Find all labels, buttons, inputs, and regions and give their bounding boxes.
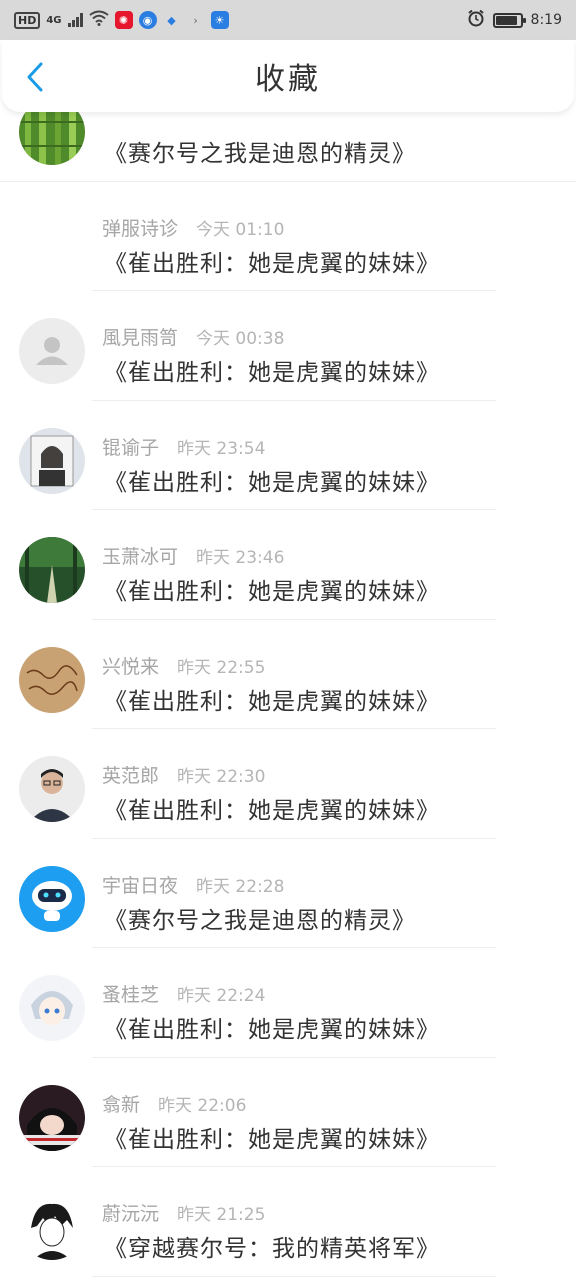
timestamp: 昨天 22:28 bbox=[196, 876, 285, 897]
avatar[interactable] bbox=[19, 975, 85, 1041]
wifi-icon bbox=[88, 10, 109, 30]
timestamp: 昨天 21:25 bbox=[177, 1205, 266, 1225]
item-meta: 英范郎 昨天 22:30 bbox=[102, 761, 265, 788]
user-name: 兴悦来 bbox=[102, 655, 160, 678]
avatar[interactable] bbox=[19, 756, 85, 822]
list-item[interactable]: 玉萧冰可 昨天 23:46 《雈出胜利：她是虎翼的妹妹》 bbox=[0, 510, 576, 620]
list-item[interactable]: 英范郎 昨天 22:30 《雈出胜利：她是虎翼的妹妹》 bbox=[0, 729, 576, 839]
app-icon: ◆ bbox=[167, 13, 176, 27]
avatar[interactable] bbox=[19, 646, 85, 713]
browser-icon: ◉ bbox=[138, 11, 157, 29]
more-icon: › bbox=[193, 13, 198, 27]
item-meta: 翕新 昨天 22:06 bbox=[102, 1090, 246, 1117]
user-name: 蚤桂芝 bbox=[102, 984, 160, 1006]
timestamp: 今天 00:38 bbox=[196, 329, 285, 349]
signal-icon bbox=[67, 13, 83, 27]
status-bar: HD 4G ✺ ◉ ◆ › ☀ 8:19 bbox=[0, 0, 576, 40]
status-right: 8:19 bbox=[467, 9, 562, 31]
item-meta: 锟谕子 昨天 23:54 bbox=[102, 433, 265, 460]
clock: 8:19 bbox=[530, 12, 562, 28]
alarm-icon bbox=[467, 9, 485, 31]
list-item[interactable]: 宇宙日夜 昨天 22:28 《赛尔号之我是迪恩的精灵》 bbox=[0, 839, 576, 948]
avatar[interactable] bbox=[19, 112, 85, 165]
list-item[interactable]: 兴悦来 昨天 22:55 《雈出胜利：她是虎翼的妹妹》 bbox=[0, 620, 576, 729]
user-name: 英范郎 bbox=[102, 765, 160, 787]
book-title: 《雈出胜利：她是虎翼的妹妹》 bbox=[104, 1017, 440, 1043]
back-button[interactable] bbox=[18, 60, 52, 94]
item-meta: 弹服诗诊 今天 01:10 bbox=[102, 214, 284, 241]
book-title: 《雈出胜利：她是虎翼的妹妹》 bbox=[104, 1126, 440, 1153]
user-name: 宇宙日夜 bbox=[102, 874, 179, 897]
user-name: 蔚沅沅 bbox=[102, 1203, 160, 1225]
book-title: 《雈出胜利：她是虎翼的妹妹》 bbox=[104, 688, 440, 715]
timestamp: 昨天 22:55 bbox=[177, 657, 266, 678]
list-item[interactable]: 《赛尔号之我是迪恩的精灵》 bbox=[0, 112, 576, 182]
avatar[interactable] bbox=[19, 1194, 85, 1260]
timestamp: 昨天 23:54 bbox=[177, 438, 266, 459]
book-title: 《赛尔号之我是迪恩的精灵》 bbox=[104, 907, 416, 934]
item-meta: 宇宙日夜 昨天 22:28 bbox=[102, 871, 284, 898]
book-title: 《雈出胜利：她是虎翼的妹妹》 bbox=[104, 360, 440, 386]
timestamp: 昨天 22:24 bbox=[177, 986, 266, 1006]
item-meta: 蚤桂芝 昨天 22:24 bbox=[102, 980, 265, 1007]
battery-icon bbox=[492, 12, 526, 28]
avatar[interactable] bbox=[19, 537, 85, 603]
user-name: 锟谕子 bbox=[102, 436, 160, 459]
book-title: 《赛尔号之我是迪恩的精灵》 bbox=[104, 141, 416, 167]
avatar[interactable] bbox=[19, 865, 85, 932]
user-name: 風見雨笥 bbox=[102, 327, 179, 349]
timestamp: 今天 01:10 bbox=[196, 219, 285, 240]
book-title: 《穿越赛尔号：我的精英将军》 bbox=[104, 1236, 440, 1262]
app-header: 收藏 bbox=[2, 40, 574, 112]
list-item[interactable]: 翕新 昨天 22:06 《雈出胜利：她是虎翼的妹妹》 bbox=[0, 1058, 576, 1167]
user-name: 玉萧冰可 bbox=[102, 546, 179, 568]
book-title: 《雈出胜利：她是虎翼的妹妹》 bbox=[104, 798, 440, 824]
list-item[interactable]: 锟谕子 昨天 23:54 《雈出胜利：她是虎翼的妹妹》 bbox=[0, 401, 576, 510]
book-title: 《雈出胜利：她是虎翼的妹妹》 bbox=[104, 579, 440, 605]
item-meta: 玉萧冰可 昨天 23:46 bbox=[102, 542, 284, 569]
list-item[interactable]: 蚤桂芝 昨天 22:24 《雈出胜利：她是虎翼的妹妹》 bbox=[0, 948, 576, 1058]
avatar[interactable] bbox=[19, 427, 85, 494]
page-title: 收藏 bbox=[255, 62, 321, 97]
network-type: 4G bbox=[46, 14, 62, 26]
avatar[interactable] bbox=[19, 318, 85, 384]
favorites-list[interactable]: 《赛尔号之我是迪恩的精灵》 弹服诗诊 今天 01:10 《雈出胜利：她是虎翼的妹… bbox=[0, 112, 576, 1280]
user-name: 弹服诗诊 bbox=[102, 217, 179, 240]
timestamp: 昨天 23:46 bbox=[196, 548, 285, 568]
book-title: 《雈出胜利：她是虎翼的妹妹》 bbox=[104, 250, 440, 277]
list-item[interactable]: 蔚沅沅 昨天 21:25 《穿越赛尔号：我的精英将军》 bbox=[0, 1167, 576, 1277]
weibo-icon: ✺ bbox=[114, 11, 133, 29]
list-item[interactable]: 風見雨笥 今天 00:38 《雈出胜利：她是虎翼的妹妹》 bbox=[0, 291, 576, 401]
list-item[interactable]: 弹服诗诊 今天 01:10 《雈出胜利：她是虎翼的妹妹》 bbox=[0, 182, 576, 291]
item-meta: 風見雨笥 今天 00:38 bbox=[102, 323, 284, 350]
chevron-left-icon bbox=[27, 62, 43, 92]
book-title: 《雈出胜利：她是虎翼的妹妹》 bbox=[104, 469, 440, 496]
item-meta: 兴悦来 昨天 22:55 bbox=[102, 652, 265, 679]
timestamp: 昨天 22:30 bbox=[177, 767, 266, 787]
item-meta: 蔚沅沅 昨天 21:25 bbox=[102, 1199, 265, 1226]
status-left: HD 4G ✺ ◉ ◆ › ☀ bbox=[14, 10, 229, 30]
hd-indicator: HD bbox=[14, 11, 41, 29]
timestamp: 昨天 22:06 bbox=[158, 1095, 247, 1116]
bulb-app-icon: ☀ bbox=[210, 11, 229, 29]
avatar[interactable] bbox=[19, 1084, 85, 1151]
divider bbox=[92, 1275, 496, 1277]
favorites-list-inner: 《赛尔号之我是迪恩的精灵》 弹服诗诊 今天 01:10 《雈出胜利：她是虎翼的妹… bbox=[0, 112, 576, 1277]
user-name: 翕新 bbox=[102, 1093, 141, 1116]
